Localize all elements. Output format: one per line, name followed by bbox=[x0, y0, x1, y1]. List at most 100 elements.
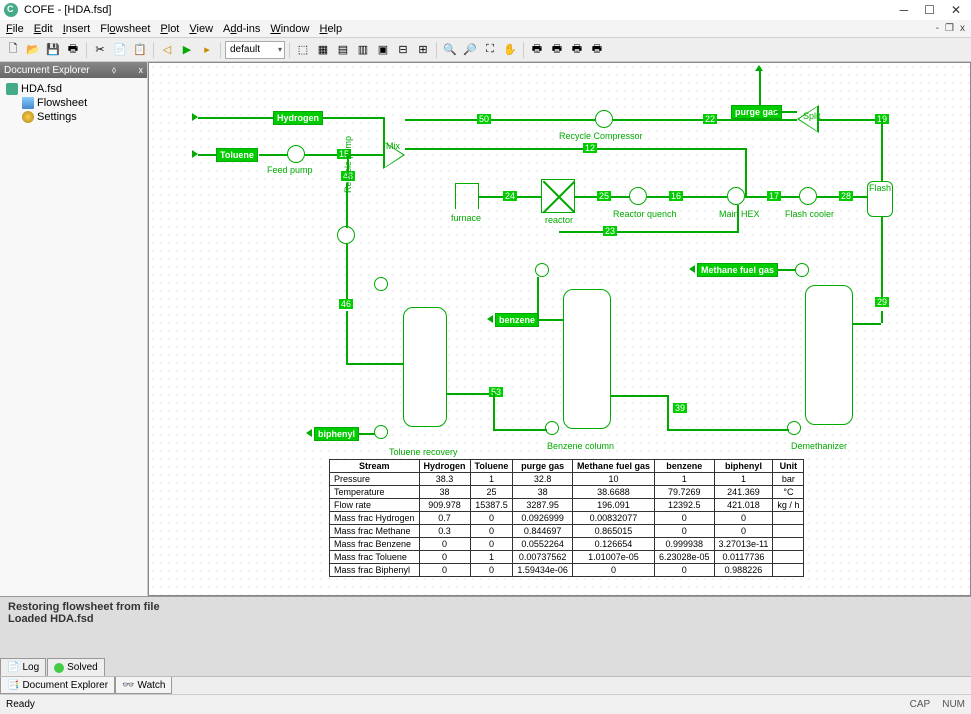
paste-button[interactable]: 📋 bbox=[131, 41, 149, 59]
panel-close-icon[interactable]: x bbox=[139, 65, 144, 75]
menu-flowsheet[interactable]: Flowsheet bbox=[100, 23, 150, 35]
tab-log[interactable]: 📄 Log bbox=[0, 658, 46, 676]
side-tabs: 📑 Document Explorer 👓 Watch bbox=[0, 676, 971, 694]
zoom-out-button[interactable]: 🔎 bbox=[461, 41, 479, 59]
tb-icon-5[interactable]: ▣ bbox=[374, 41, 392, 59]
tree-flowsheet[interactable]: Flowsheet bbox=[4, 96, 143, 110]
line bbox=[305, 154, 337, 156]
snum-16[interactable]: 16 bbox=[669, 191, 683, 201]
tb-icon-6[interactable]: ⊟ bbox=[394, 41, 412, 59]
new-button[interactable]: 🗋 bbox=[4, 41, 22, 59]
benzene-column[interactable] bbox=[563, 289, 611, 429]
menu-window[interactable]: Window bbox=[270, 23, 309, 35]
stream-hydrogen[interactable]: Hydrogen bbox=[273, 111, 323, 125]
zoom-in-button[interactable]: 🔍 bbox=[441, 41, 459, 59]
reactor-symbol[interactable] bbox=[541, 179, 575, 213]
tol-reb-symbol[interactable] bbox=[374, 425, 388, 439]
snum-28[interactable]: 28 bbox=[839, 191, 853, 201]
tb-icon-e2[interactable]: 🖶 bbox=[548, 41, 566, 59]
child-restore[interactable]: ❐ bbox=[945, 23, 954, 34]
tb-icon-7[interactable]: ⊞ bbox=[414, 41, 432, 59]
demethanizer-column[interactable] bbox=[805, 285, 853, 425]
menu-edit[interactable]: Edit bbox=[34, 23, 53, 35]
table-row: Pressure38.3132.81011bar bbox=[330, 473, 804, 486]
panel-pin-icon[interactable]: ⬨ bbox=[112, 65, 117, 76]
flash-cooler-symbol[interactable] bbox=[799, 187, 817, 205]
benzene-out-arrow bbox=[487, 315, 493, 323]
table-cell: 0.844697 bbox=[513, 525, 573, 538]
table-cell: 1.01007e-05 bbox=[572, 551, 654, 564]
snum-39[interactable]: 39 bbox=[673, 403, 687, 413]
child-minimize[interactable]: - bbox=[936, 23, 939, 34]
run2-button[interactable]: ▸ bbox=[198, 41, 216, 59]
copy-button[interactable]: 📄 bbox=[111, 41, 129, 59]
tab-watch[interactable]: 👓 Watch bbox=[115, 677, 172, 694]
run-button[interactable]: ▶ bbox=[178, 41, 196, 59]
tree-settings[interactable]: Settings bbox=[4, 110, 143, 124]
cut-button[interactable]: ✂ bbox=[91, 41, 109, 59]
snum-12[interactable]: 12 bbox=[583, 143, 597, 153]
demeth-reb-symbol[interactable] bbox=[787, 421, 801, 435]
stream-toluene[interactable]: Toluene bbox=[216, 148, 258, 162]
snum-23[interactable]: 23 bbox=[603, 226, 617, 236]
line bbox=[647, 196, 669, 198]
snum-29[interactable]: 29 bbox=[875, 297, 889, 307]
snum-22[interactable]: 22 bbox=[703, 114, 717, 124]
snum-50[interactable]: 50 bbox=[477, 114, 491, 124]
tab-document-explorer[interactable]: 📑 Document Explorer bbox=[0, 677, 115, 694]
toluene-recovery-column[interactable] bbox=[403, 307, 447, 427]
main-hex-symbol[interactable] bbox=[727, 187, 745, 205]
pan-button[interactable]: ✋ bbox=[501, 41, 519, 59]
tb-icon-e1[interactable]: 🖶 bbox=[528, 41, 546, 59]
snum-25[interactable]: 25 bbox=[597, 191, 611, 201]
minimize-button[interactable]: ─ bbox=[900, 3, 909, 17]
menu-insert[interactable]: Insert bbox=[63, 23, 91, 35]
print-button[interactable]: 🖶 bbox=[64, 41, 82, 59]
menu-plot[interactable]: Plot bbox=[160, 23, 179, 35]
maximize-button[interactable]: ☐ bbox=[924, 3, 935, 17]
flowsheet-canvas[interactable]: Hydrogen Toluene Feed pump 15 Mix 48 50 … bbox=[148, 62, 971, 596]
furnace-symbol[interactable] bbox=[455, 183, 479, 209]
stream-methane[interactable]: Methane fuel gas bbox=[697, 263, 778, 277]
stream-biphenyl[interactable]: biphenyl bbox=[314, 427, 359, 441]
menu-file[interactable]: File bbox=[6, 23, 24, 35]
line bbox=[198, 117, 273, 119]
snum-46[interactable]: 46 bbox=[339, 299, 353, 309]
config-dropdown[interactable]: default bbox=[225, 41, 285, 59]
tol-cond-symbol[interactable] bbox=[374, 277, 388, 291]
tb-icon-3[interactable]: ▤ bbox=[334, 41, 352, 59]
table-cell: 38.6688 bbox=[572, 486, 654, 499]
tab-solved[interactable]: Solved bbox=[47, 658, 105, 676]
feed-pump-symbol[interactable] bbox=[287, 145, 305, 163]
benz-cond-symbol[interactable] bbox=[535, 263, 549, 277]
line bbox=[667, 429, 789, 431]
menu-addins[interactable]: Add-ins bbox=[223, 23, 260, 35]
open-button[interactable]: 📂 bbox=[24, 41, 42, 59]
tb-icon-e3[interactable]: 🖶 bbox=[568, 41, 586, 59]
zoom-fit-button[interactable]: ⛶ bbox=[481, 41, 499, 59]
demeth-cond-symbol[interactable] bbox=[795, 263, 809, 277]
menu-help[interactable]: Help bbox=[319, 23, 342, 35]
menu-view[interactable]: View bbox=[189, 23, 213, 35]
close-button[interactable]: ✕ bbox=[951, 3, 961, 17]
run-back-button[interactable]: ◁ bbox=[158, 41, 176, 59]
line bbox=[683, 196, 727, 198]
recycle-compressor-symbol[interactable] bbox=[595, 110, 613, 128]
recycle-pump-symbol[interactable] bbox=[337, 226, 355, 244]
tb-icon-e4[interactable]: 🖶 bbox=[588, 41, 606, 59]
snum-24[interactable]: 24 bbox=[503, 191, 517, 201]
table-cell: 0.126654 bbox=[572, 538, 654, 551]
save-button[interactable]: 💾 bbox=[44, 41, 62, 59]
snum-53[interactable]: 53 bbox=[489, 387, 503, 397]
child-close[interactable]: x bbox=[960, 23, 965, 34]
stream-benzene[interactable]: benzene bbox=[495, 313, 539, 327]
tb-icon-2[interactable]: ▦ bbox=[314, 41, 332, 59]
line bbox=[198, 154, 216, 156]
menu-bar: File Edit Insert Flowsheet Plot View Add… bbox=[0, 20, 971, 38]
tb-icon-4[interactable]: ▥ bbox=[354, 41, 372, 59]
tb-icon-1[interactable]: ⬚ bbox=[294, 41, 312, 59]
reactor-quench-symbol[interactable] bbox=[629, 187, 647, 205]
snum-17[interactable]: 17 bbox=[767, 191, 781, 201]
benz-reb-symbol[interactable] bbox=[545, 421, 559, 435]
tree-root[interactable]: HDA.fsd bbox=[4, 82, 143, 96]
